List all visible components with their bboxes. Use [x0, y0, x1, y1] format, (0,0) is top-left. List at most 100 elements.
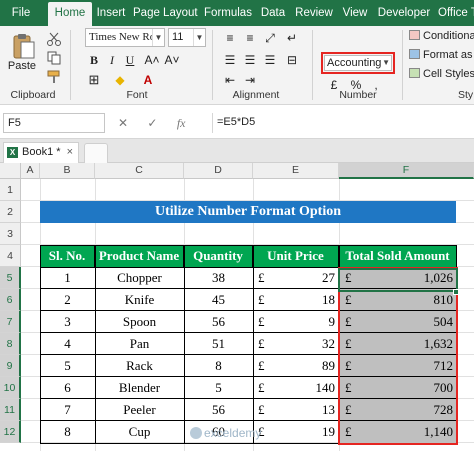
excel-icon: X	[7, 147, 18, 158]
close-icon[interactable]: ×	[67, 143, 73, 162]
increase-font-icon[interactable]: A˄	[144, 52, 160, 68]
cell-unit-price[interactable]: 89	[270, 358, 335, 374]
cell-sl-no[interactable]: 4	[40, 336, 95, 352]
cell-sl-no[interactable]: 2	[40, 292, 95, 308]
row-header-10[interactable]: 10	[0, 377, 21, 399]
copy-icon[interactable]	[46, 51, 62, 65]
cell-quantity[interactable]: 8	[184, 358, 253, 374]
bold-button[interactable]: B	[86, 52, 102, 68]
cell-sl-no[interactable]: 8	[40, 424, 95, 440]
cell-product-name[interactable]: Pan	[95, 336, 184, 352]
cell-quantity[interactable]: 56	[184, 402, 253, 418]
fill-color-icon[interactable]: ◆	[112, 72, 128, 88]
paste-label: Paste	[7, 60, 37, 72]
row-header-8[interactable]: 8	[0, 333, 21, 355]
cell-quantity[interactable]: 38	[184, 270, 253, 286]
cell-unit-price[interactable]: 18	[270, 292, 335, 308]
row-header-9[interactable]: 9	[0, 355, 21, 377]
cell-sl-no[interactable]: 5	[40, 358, 95, 374]
cell-sl-no[interactable]: 3	[40, 314, 95, 330]
cell-unit-price[interactable]: 32	[270, 336, 335, 352]
underline-button[interactable]: U	[122, 52, 138, 68]
font-color-icon[interactable]: A	[140, 72, 156, 88]
cell-quantity[interactable]: 56	[184, 314, 253, 330]
cell-product-name[interactable]: Chopper	[95, 270, 184, 286]
new-workbook-tab[interactable]	[84, 143, 108, 163]
tab-file[interactable]: File	[6, 0, 36, 26]
cell-product-name[interactable]: Peeler	[95, 402, 184, 418]
column-header-e[interactable]: E	[253, 163, 339, 179]
tab-formulas[interactable]: Formulas	[202, 0, 254, 26]
cell-product-name[interactable]: Cup	[95, 424, 184, 440]
column-header-f[interactable]: F	[339, 163, 474, 179]
merge-center-icon[interactable]: ⊟	[284, 52, 300, 68]
font-name-dropdown[interactable]: Times New Ro ▼	[85, 28, 165, 47]
cell-unit-price[interactable]: 9	[270, 314, 336, 330]
cell-sl-no[interactable]: 6	[40, 380, 95, 396]
font-size-dropdown[interactable]: 11 ▼	[168, 28, 206, 47]
row-header-6[interactable]: 6	[0, 289, 21, 311]
column-header-d[interactable]: D	[184, 163, 253, 179]
align-right-icon[interactable]: ☰	[262, 52, 278, 68]
insert-function-icon[interactable]: fx	[177, 116, 186, 130]
wrap-text-icon[interactable]: ↵	[284, 30, 300, 46]
cut-icon[interactable]	[46, 32, 62, 46]
align-left-icon[interactable]: ☰	[222, 52, 238, 68]
row-header-1[interactable]: 1	[0, 179, 21, 201]
fill-handle[interactable]	[453, 289, 459, 295]
cell-unit-price[interactable]: 140	[270, 380, 336, 396]
middle-align-icon[interactable]: ≡	[242, 30, 258, 46]
align-center-icon[interactable]: ☰	[242, 52, 258, 68]
row-header-7[interactable]: 7	[0, 311, 21, 333]
number-format-dropdown[interactable]: Accounting ▼	[324, 55, 392, 71]
column-header-a[interactable]: A	[21, 163, 40, 179]
tab-data[interactable]: Data	[258, 0, 288, 26]
row-header-3[interactable]: 3	[0, 223, 21, 245]
cell-quantity[interactable]: 45	[184, 292, 253, 308]
cell-product-name[interactable]: Knife	[95, 292, 184, 308]
enter-icon[interactable]: ✓	[147, 116, 157, 130]
cell-styles-button[interactable]: Cell Styles	[409, 68, 474, 80]
tab-page-layout[interactable]: Page Layout	[133, 0, 198, 26]
cell-product-name[interactable]: Spoon	[95, 314, 184, 330]
format-as-table-button[interactable]: Format as	[409, 49, 473, 61]
decrease-indent-icon[interactable]: ⇤	[222, 72, 238, 88]
decrease-font-icon[interactable]: A˅	[164, 52, 180, 68]
tab-office-tab[interactable]: Office T	[438, 0, 474, 26]
cell-unit-price[interactable]: 19	[270, 424, 335, 440]
active-cell-f5[interactable]	[338, 268, 458, 292]
cell-quantity[interactable]: 51	[184, 336, 253, 352]
row-header-11[interactable]: 11	[0, 399, 21, 421]
cell-sl-no[interactable]: 1	[40, 270, 95, 286]
tab-view[interactable]: View	[340, 0, 370, 26]
cell-sl-no[interactable]: 7	[40, 402, 95, 418]
tab-insert[interactable]: Insert	[93, 0, 129, 26]
cell-product-name[interactable]: Rack	[95, 358, 184, 374]
spreadsheet-grid[interactable]: A B C D E F 1 2 3 4 5 6 7 8 9 10 11 12 Utilize Number Form…	[0, 163, 474, 451]
increase-indent-icon[interactable]: ⇥	[242, 72, 258, 88]
tab-home[interactable]: Home	[48, 2, 92, 26]
cell-unit-price[interactable]: 13	[270, 402, 335, 418]
borders-icon[interactable]: ⊞	[86, 72, 102, 88]
workbook-tab[interactable]: X Book1 * ×	[3, 142, 79, 163]
orientation-icon[interactable]: ⤢	[262, 30, 278, 46]
name-box[interactable]: F5	[3, 113, 105, 133]
column-header-c[interactable]: C	[95, 163, 184, 179]
tab-review[interactable]: Review	[294, 0, 334, 26]
row-header-5[interactable]: 5	[0, 267, 21, 289]
cell-quantity[interactable]: 5	[184, 380, 253, 396]
row-header-2[interactable]: 2	[0, 201, 21, 223]
italic-button[interactable]: I	[104, 52, 120, 68]
cell-unit-price[interactable]: 27	[270, 270, 335, 286]
row-header-12[interactable]: 12	[0, 421, 21, 443]
row-header-4[interactable]: 4	[0, 245, 21, 267]
cell-product-name[interactable]: Blender	[95, 380, 184, 396]
format-painter-icon[interactable]	[46, 70, 62, 84]
select-all-corner[interactable]	[0, 163, 21, 179]
formula-input[interactable]: =E5*D5	[212, 113, 474, 133]
top-align-icon[interactable]: ≡	[222, 30, 238, 46]
column-header-b[interactable]: B	[40, 163, 95, 179]
tab-developer[interactable]: Developer	[376, 0, 432, 26]
conditional-formatting-button[interactable]: Conditiona	[409, 30, 474, 42]
cancel-icon[interactable]: ✕	[118, 116, 128, 130]
